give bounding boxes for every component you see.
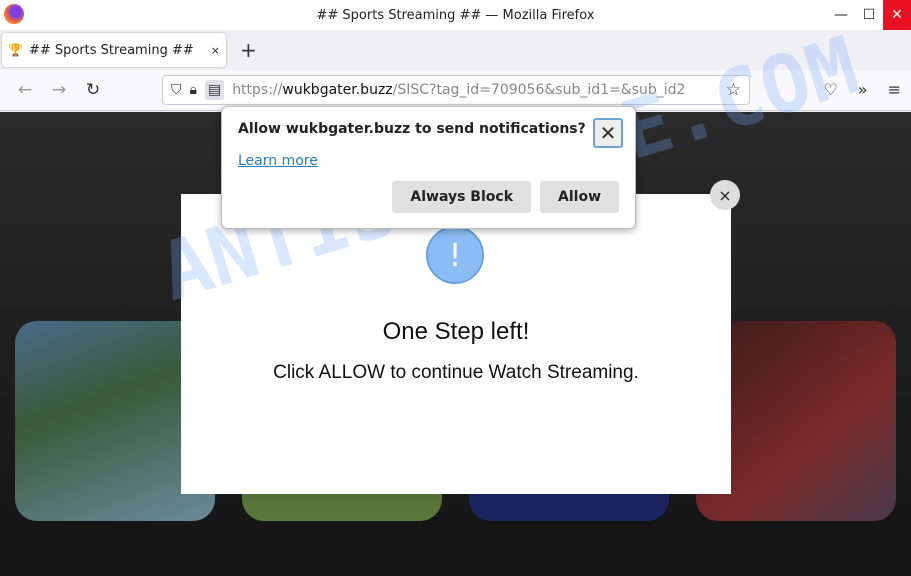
- menu-icon[interactable]: ≡: [888, 80, 901, 99]
- learn-more-link[interactable]: Learn more: [238, 153, 619, 169]
- reload-button[interactable]: ↻: [76, 80, 110, 100]
- forward-button[interactable]: →: [42, 80, 76, 100]
- url-path: /SISC?tag_id=709056&sub_id1=&sub_id2: [392, 82, 686, 98]
- modal-subtitle: Click ALLOW to continue Watch Streaming.: [273, 362, 639, 383]
- close-window-button[interactable]: ✕: [883, 0, 911, 30]
- new-tab-button[interactable]: +: [240, 38, 257, 62]
- trophy-icon: 🏆: [8, 43, 23, 57]
- pocket-icon[interactable]: ♡: [823, 80, 837, 99]
- url-text[interactable]: https://wukbgater.buzz/SISC?tag_id=70905…: [232, 82, 685, 98]
- firefox-logo-icon: [4, 4, 24, 24]
- minimize-button[interactable]: —: [827, 0, 855, 30]
- modal-title: One Step left!: [382, 318, 530, 345]
- popup-title: Allow wukbgater.buzz to send notificatio…: [238, 121, 586, 137]
- maximize-button[interactable]: ☐: [855, 0, 883, 30]
- url-bar[interactable]: ⛉ 🔒︎ ▤ https://wukbgater.buzz/SISC?tag_i…: [162, 75, 750, 105]
- nav-bar: ← → ↻ ⛉ 🔒︎ ▤ https://wukbgater.buzz/SISC…: [0, 70, 911, 111]
- exclamation-icon: !: [426, 226, 484, 284]
- notification-permission-icon[interactable]: ▤: [204, 80, 225, 100]
- always-block-button[interactable]: Always Block: [392, 181, 532, 213]
- allow-button[interactable]: Allow: [540, 181, 619, 213]
- window-title: ## Sports Streaming ## — Mozilla Firefox: [316, 7, 595, 23]
- url-domain: wukbgater.buzz: [282, 82, 393, 98]
- tab-bar: 🏆 ## Sports Streaming ## × +: [0, 30, 911, 70]
- shield-icon[interactable]: ⛉: [171, 82, 182, 98]
- bookmark-star-icon[interactable]: ☆: [726, 80, 741, 100]
- tab-label: ## Sports Streaming ##: [28, 42, 194, 58]
- tab-sports-streaming[interactable]: 🏆 ## Sports Streaming ## ×: [2, 33, 226, 67]
- streaming-modal: ! One Step left! Click ALLOW to continue…: [181, 194, 731, 494]
- title-bar: ## Sports Streaming ## — Mozilla Firefox…: [0, 0, 911, 30]
- modal-close-button[interactable]: ×: [710, 180, 740, 210]
- popup-close-button[interactable]: ✕: [593, 118, 623, 148]
- overflow-icon[interactable]: »: [858, 80, 868, 99]
- close-tab-icon[interactable]: ×: [211, 44, 220, 57]
- back-button[interactable]: ←: [8, 80, 42, 100]
- notification-permission-popup: Allow wukbgater.buzz to send notificatio…: [221, 106, 636, 229]
- lock-icon[interactable]: 🔒︎: [190, 82, 197, 98]
- url-scheme: https://: [232, 82, 283, 98]
